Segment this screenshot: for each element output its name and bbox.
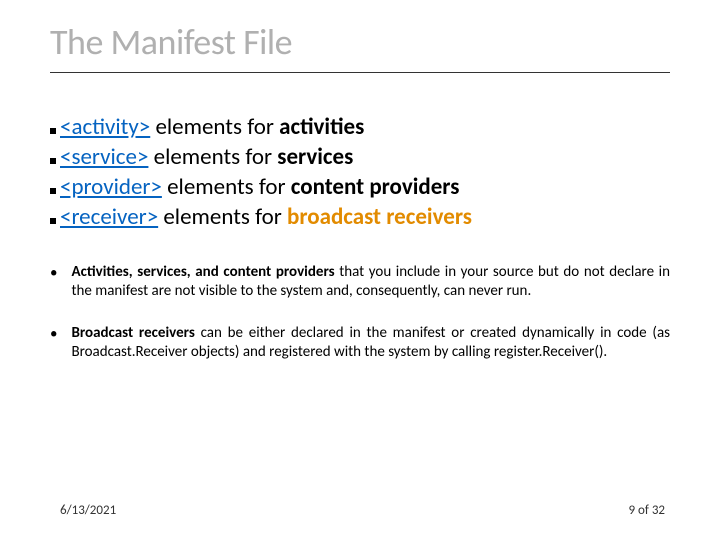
element-bold-text: broadcast receivers — [287, 203, 472, 231]
footer-date: 6/13/2021 — [60, 503, 116, 518]
element-mid-text: elements for — [162, 173, 291, 201]
element-mid-text: elements for — [158, 203, 287, 231]
bullet-icon — [50, 128, 56, 134]
element-mid-text: elements for — [148, 143, 277, 171]
element-list: <activity> elements for activities <serv… — [50, 113, 670, 233]
bullet-icon: • — [50, 325, 57, 345]
element-bold-text: content providers — [291, 173, 460, 201]
paragraph-list: • Activities, services, and content prov… — [50, 263, 670, 363]
paragraph-text: Activities, services, and content provid… — [71, 263, 670, 302]
element-tag-link[interactable]: <receiver> — [60, 203, 158, 231]
footer-page: 9 of 32 — [629, 503, 665, 518]
list-item: <provider> elements for content provider… — [50, 173, 670, 203]
element-bold-text: activities — [279, 113, 364, 141]
element-mid-text: elements for — [150, 113, 279, 141]
bullet-icon — [50, 158, 56, 164]
list-item: • Activities, services, and content prov… — [50, 263, 670, 302]
bullet-icon — [50, 188, 56, 194]
footer: 6/13/2021 9 of 32 — [60, 503, 665, 518]
list-item: <activity> elements for activities — [50, 113, 670, 143]
list-item: • Broadcast receivers can be either decl… — [50, 324, 670, 363]
element-bold-text: services — [277, 143, 353, 171]
paragraph-text: Broadcast receivers can be either declar… — [71, 324, 670, 363]
page-title: The Manifest File — [50, 20, 670, 73]
bullet-icon: • — [50, 264, 57, 284]
element-tag-link[interactable]: <service> — [60, 143, 148, 171]
list-item: <service> elements for services — [50, 143, 670, 173]
list-item: <receiver> elements for broadcast receiv… — [50, 203, 670, 233]
bullet-icon — [50, 218, 56, 224]
element-tag-link[interactable]: <provider> — [60, 173, 162, 201]
element-tag-link[interactable]: <activity> — [60, 113, 150, 141]
